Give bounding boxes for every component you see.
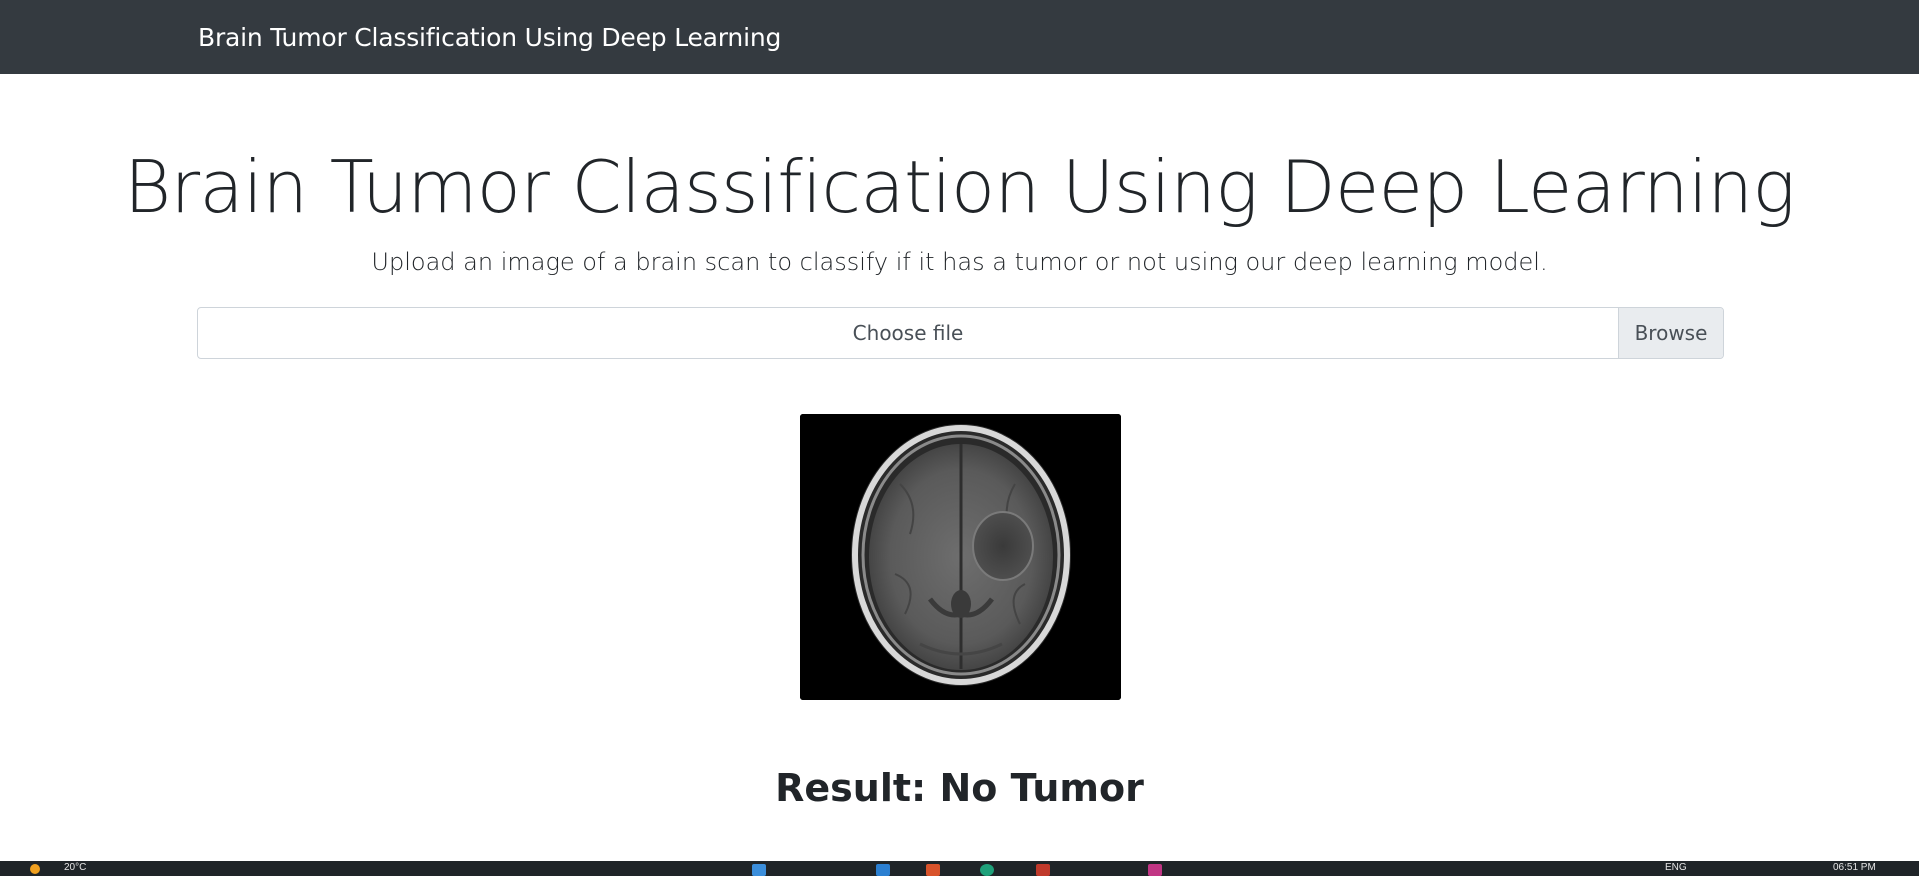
- taskbar-weather[interactable]: 20°C: [64, 862, 86, 873]
- instagram-icon[interactable]: [1148, 864, 1162, 876]
- brain-scan-image: [800, 414, 1121, 700]
- browser-icon[interactable]: [876, 864, 890, 876]
- navbar: Brain Tumor Classification Using Deep Le…: [0, 0, 1919, 74]
- navbar-brand[interactable]: Brain Tumor Classification Using Deep Le…: [198, 23, 781, 52]
- brain-scan-graphic: [800, 414, 1121, 700]
- browse-button[interactable]: Browse: [1618, 308, 1723, 358]
- media-icon[interactable]: [1036, 864, 1050, 876]
- taskbar: 20°C ENG 06:51 PM: [0, 861, 1919, 876]
- file-explorer-icon[interactable]: [752, 864, 766, 876]
- file-input-label[interactable]: Choose file: [198, 308, 1618, 358]
- taskbar-language[interactable]: ENG: [1665, 862, 1687, 873]
- result-text: Result: No Tumor: [775, 766, 1144, 810]
- sun-icon[interactable]: [30, 864, 40, 874]
- app-icon[interactable]: [926, 864, 940, 876]
- page-lead: Upload an image of a brain scan to class…: [371, 248, 1548, 276]
- page-title: Brain Tumor Classification Using Deep Le…: [123, 145, 1796, 229]
- taskbar-clock[interactable]: 06:51 PM: [1833, 862, 1876, 873]
- file-upload-input[interactable]: Choose file Browse: [197, 307, 1724, 359]
- chrome-icon[interactable]: [980, 864, 994, 876]
